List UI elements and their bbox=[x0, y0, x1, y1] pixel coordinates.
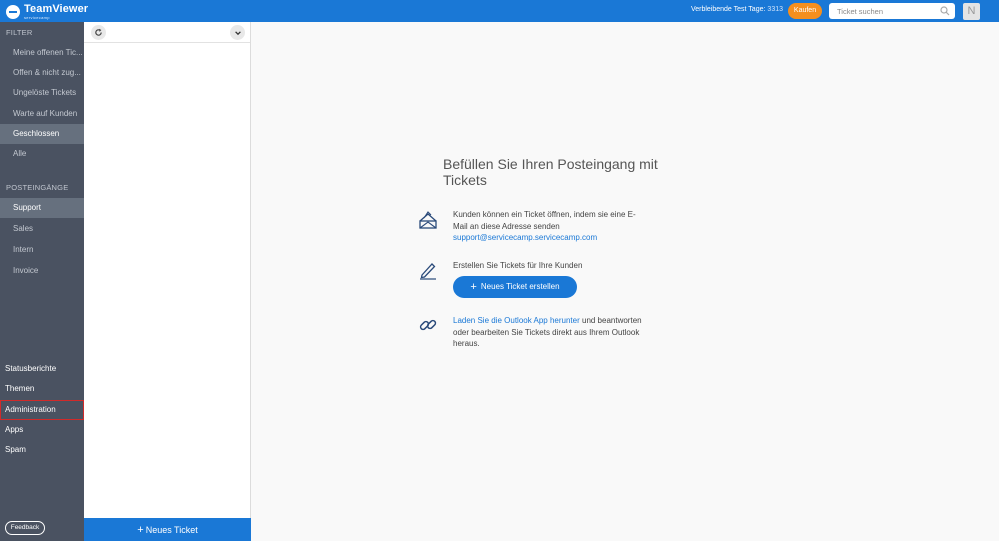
nav-apps[interactable]: Apps bbox=[0, 420, 84, 440]
logo-icon bbox=[6, 4, 20, 19]
outlook-app-link[interactable]: Laden Sie die Outlook App herunter bbox=[453, 316, 580, 325]
refresh-icon bbox=[95, 28, 102, 36]
pencil-icon bbox=[420, 263, 436, 280]
create-ticket-text: Erstellen Sie Tickets für Ihre Kunden bbox=[453, 261, 583, 270]
nav-administration[interactable]: Administration bbox=[0, 400, 84, 420]
trial-days-info: Verbleibende Test Tage: 3313 bbox=[691, 6, 783, 13]
brand-name: TeamViewer bbox=[24, 2, 89, 15]
ticket-list-panel: + Neues Ticket bbox=[84, 22, 251, 541]
ticket-search bbox=[829, 3, 955, 20]
inbox-sales[interactable]: Sales bbox=[0, 219, 84, 239]
filter-my-open-tickets[interactable]: Meine offenen Tic... bbox=[0, 43, 84, 63]
link-icon bbox=[419, 319, 437, 331]
empty-state-heading: Befüllen Sie Ihren Posteingang mit Ticke… bbox=[443, 156, 658, 188]
refresh-button[interactable] bbox=[91, 25, 106, 40]
nav-spam[interactable]: Spam bbox=[0, 440, 84, 460]
new-ticket-button[interactable]: + Neues Ticket bbox=[84, 518, 251, 541]
filter-open-unassigned[interactable]: Offen & nicht zug... bbox=[0, 63, 84, 83]
inbox-section-title: POSTEINGÄNGE bbox=[6, 183, 69, 192]
sidebar: FILTER Meine offenen Tic... Offen & nich… bbox=[0, 22, 84, 541]
outlook-instructions: Laden Sie die Outlook App herunter und b… bbox=[453, 315, 649, 350]
inbox-intern[interactable]: Intern bbox=[0, 240, 84, 260]
chevron-down-icon bbox=[234, 30, 241, 35]
filter-all[interactable]: Alle bbox=[0, 144, 84, 164]
search-icon[interactable] bbox=[940, 6, 950, 16]
ticket-search-input[interactable] bbox=[829, 3, 929, 20]
envelope-icon bbox=[419, 211, 437, 229]
inbox-invoice[interactable]: Invoice bbox=[0, 261, 84, 281]
buy-button[interactable]: Kaufen bbox=[788, 3, 822, 19]
top-bar: TeamViewer servicecamp Verbleibende Test… bbox=[0, 0, 999, 22]
support-email-link[interactable]: support@servicecamp.servicecamp.com bbox=[453, 233, 597, 242]
create-ticket-button[interactable]: + Neues Ticket erstellen bbox=[453, 276, 577, 298]
main-content: Befüllen Sie Ihren Posteingang mit Ticke… bbox=[251, 22, 999, 541]
create-ticket-label: Neues Ticket erstellen bbox=[480, 282, 560, 291]
brand-subtitle: servicecamp bbox=[24, 14, 50, 20]
teamviewer-logo[interactable]: TeamViewer servicecamp bbox=[6, 3, 88, 20]
plus-icon: + bbox=[137, 524, 144, 536]
user-avatar[interactable]: N bbox=[963, 3, 980, 20]
list-toolbar bbox=[84, 22, 250, 43]
filter-closed[interactable]: Geschlossen bbox=[0, 124, 84, 144]
nav-status-reports[interactable]: Statusberichte bbox=[0, 359, 84, 379]
new-ticket-label: Neues Ticket bbox=[145, 525, 198, 535]
filter-section-title: FILTER bbox=[6, 28, 33, 37]
trial-label: Verbleibende Test Tage: bbox=[690, 6, 766, 13]
sort-dropdown-button[interactable] bbox=[230, 25, 245, 40]
feedback-button[interactable]: Feedback bbox=[5, 521, 45, 535]
filter-waiting-on-customer[interactable]: Warte auf Kunden bbox=[0, 104, 84, 124]
nav-topics[interactable]: Themen bbox=[0, 379, 84, 399]
email-instructions: Kunden können ein Ticket öffnen, indem s… bbox=[453, 209, 649, 244]
trial-days-count: 3313 bbox=[767, 6, 783, 13]
inbox-support[interactable]: Support bbox=[0, 198, 84, 218]
plus-icon: + bbox=[470, 281, 477, 293]
filter-unsolved-tickets[interactable]: Ungelöste Tickets bbox=[0, 83, 84, 103]
email-text: Kunden können ein Ticket öffnen, indem s… bbox=[453, 210, 636, 231]
